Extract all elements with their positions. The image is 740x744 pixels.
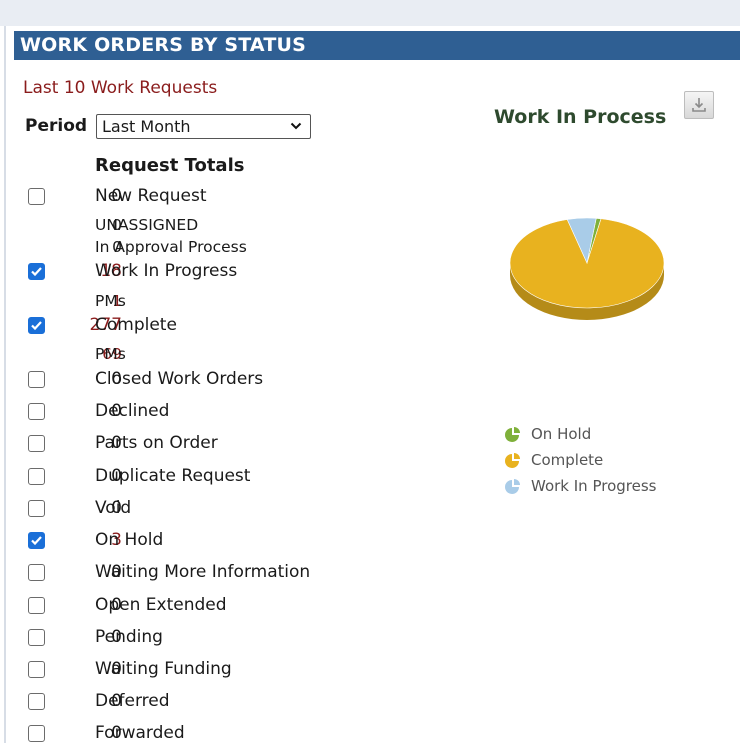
status-label: Pending xyxy=(95,627,163,647)
status-label: Closed Work Orders xyxy=(95,369,264,389)
status-checkbox[interactable] xyxy=(28,725,45,742)
status-label: Duplicate Request xyxy=(95,466,251,486)
checkmark-icon xyxy=(31,267,42,277)
status-label: UNASSIGNED xyxy=(95,216,199,234)
status-label: PMs xyxy=(95,292,126,310)
status-row: 18 Work In Progress xyxy=(28,260,358,282)
status-label: Forwarded xyxy=(95,723,185,743)
status-row: 0 New Request xyxy=(28,185,358,207)
status-label: Declined xyxy=(95,401,170,421)
status-checkbox[interactable] xyxy=(28,661,45,678)
work-in-process-pie-chart xyxy=(509,217,665,320)
status-label: PMs xyxy=(95,345,126,363)
status-row: 0 Closed Work Orders xyxy=(28,368,358,390)
status-checkbox[interactable] xyxy=(28,500,45,517)
last-work-requests-link[interactable]: Last 10 Work Requests xyxy=(23,78,217,98)
status-row: 0 In Approval Process xyxy=(28,236,358,258)
pie-legend-icon xyxy=(505,453,520,468)
status-row: 0 Waiting More Information xyxy=(28,561,358,583)
status-label: Waiting More Information xyxy=(95,562,311,582)
status-row: 0 Deferred xyxy=(28,690,358,712)
status-row: 1 PMs xyxy=(28,290,358,312)
status-row: 0 Declined xyxy=(28,400,358,422)
status-label: New Request xyxy=(95,186,207,206)
status-label: Work In Progress xyxy=(95,261,238,281)
status-label: Parts on Order xyxy=(95,433,218,453)
status-checkbox[interactable] xyxy=(28,317,45,334)
status-row: 277 Complete xyxy=(28,314,358,336)
status-row: 0 Void xyxy=(28,497,358,519)
download-icon xyxy=(692,98,706,112)
left-divider xyxy=(4,26,6,743)
status-row: 0 Open Extended xyxy=(28,594,358,616)
status-checkbox[interactable] xyxy=(28,371,45,388)
status-checkbox[interactable] xyxy=(28,188,45,205)
status-row: 69 PMs xyxy=(28,343,358,365)
status-row: 0 UNASSIGNED xyxy=(28,214,358,236)
status-checkbox[interactable] xyxy=(28,435,45,452)
status-label: Open Extended xyxy=(95,595,227,615)
status-label: Void xyxy=(95,498,132,518)
pie-legend-icon xyxy=(505,427,520,442)
status-checkbox[interactable] xyxy=(28,629,45,646)
status-label: Deferred xyxy=(95,691,170,711)
status-checkbox[interactable] xyxy=(28,532,45,549)
period-label: Period xyxy=(25,116,88,136)
status-checkbox[interactable] xyxy=(28,468,45,485)
pie-legend-icon xyxy=(505,479,520,494)
checkmark-icon xyxy=(31,321,42,331)
status-checkbox[interactable] xyxy=(28,403,45,420)
status-row: 0 Duplicate Request xyxy=(28,465,358,487)
status-row: 0 Pending xyxy=(28,626,358,648)
chevron-down-icon xyxy=(290,122,302,130)
panel-title: WORK ORDERS BY STATUS xyxy=(14,31,740,60)
chart-title: Work In Process xyxy=(494,106,667,128)
legend-label: Work In Progress xyxy=(531,477,657,495)
download-button[interactable] xyxy=(684,91,714,119)
period-selected-value: Last Month xyxy=(102,117,191,136)
status-label: In Approval Process xyxy=(95,238,247,256)
status-checkbox[interactable] xyxy=(28,564,45,581)
status-row: 3 On Hold xyxy=(28,529,358,551)
period-select[interactable]: Last Month xyxy=(96,114,311,139)
status-row: 0 Waiting Funding xyxy=(28,658,358,680)
request-totals-title: Request Totals xyxy=(95,155,245,176)
status-row: 0 Parts on Order xyxy=(28,432,358,454)
status-label: Complete xyxy=(95,315,177,335)
status-row: 0 Forwarded xyxy=(28,722,358,744)
checkmark-icon xyxy=(31,536,42,546)
legend-label: Complete xyxy=(531,451,604,469)
status-label: Waiting Funding xyxy=(95,659,232,679)
status-checkbox[interactable] xyxy=(28,263,45,280)
status-checkbox[interactable] xyxy=(28,693,45,710)
legend-label: On Hold xyxy=(531,425,592,443)
top-strip xyxy=(0,0,740,26)
status-label: On Hold xyxy=(95,530,164,550)
status-checkbox[interactable] xyxy=(28,597,45,614)
